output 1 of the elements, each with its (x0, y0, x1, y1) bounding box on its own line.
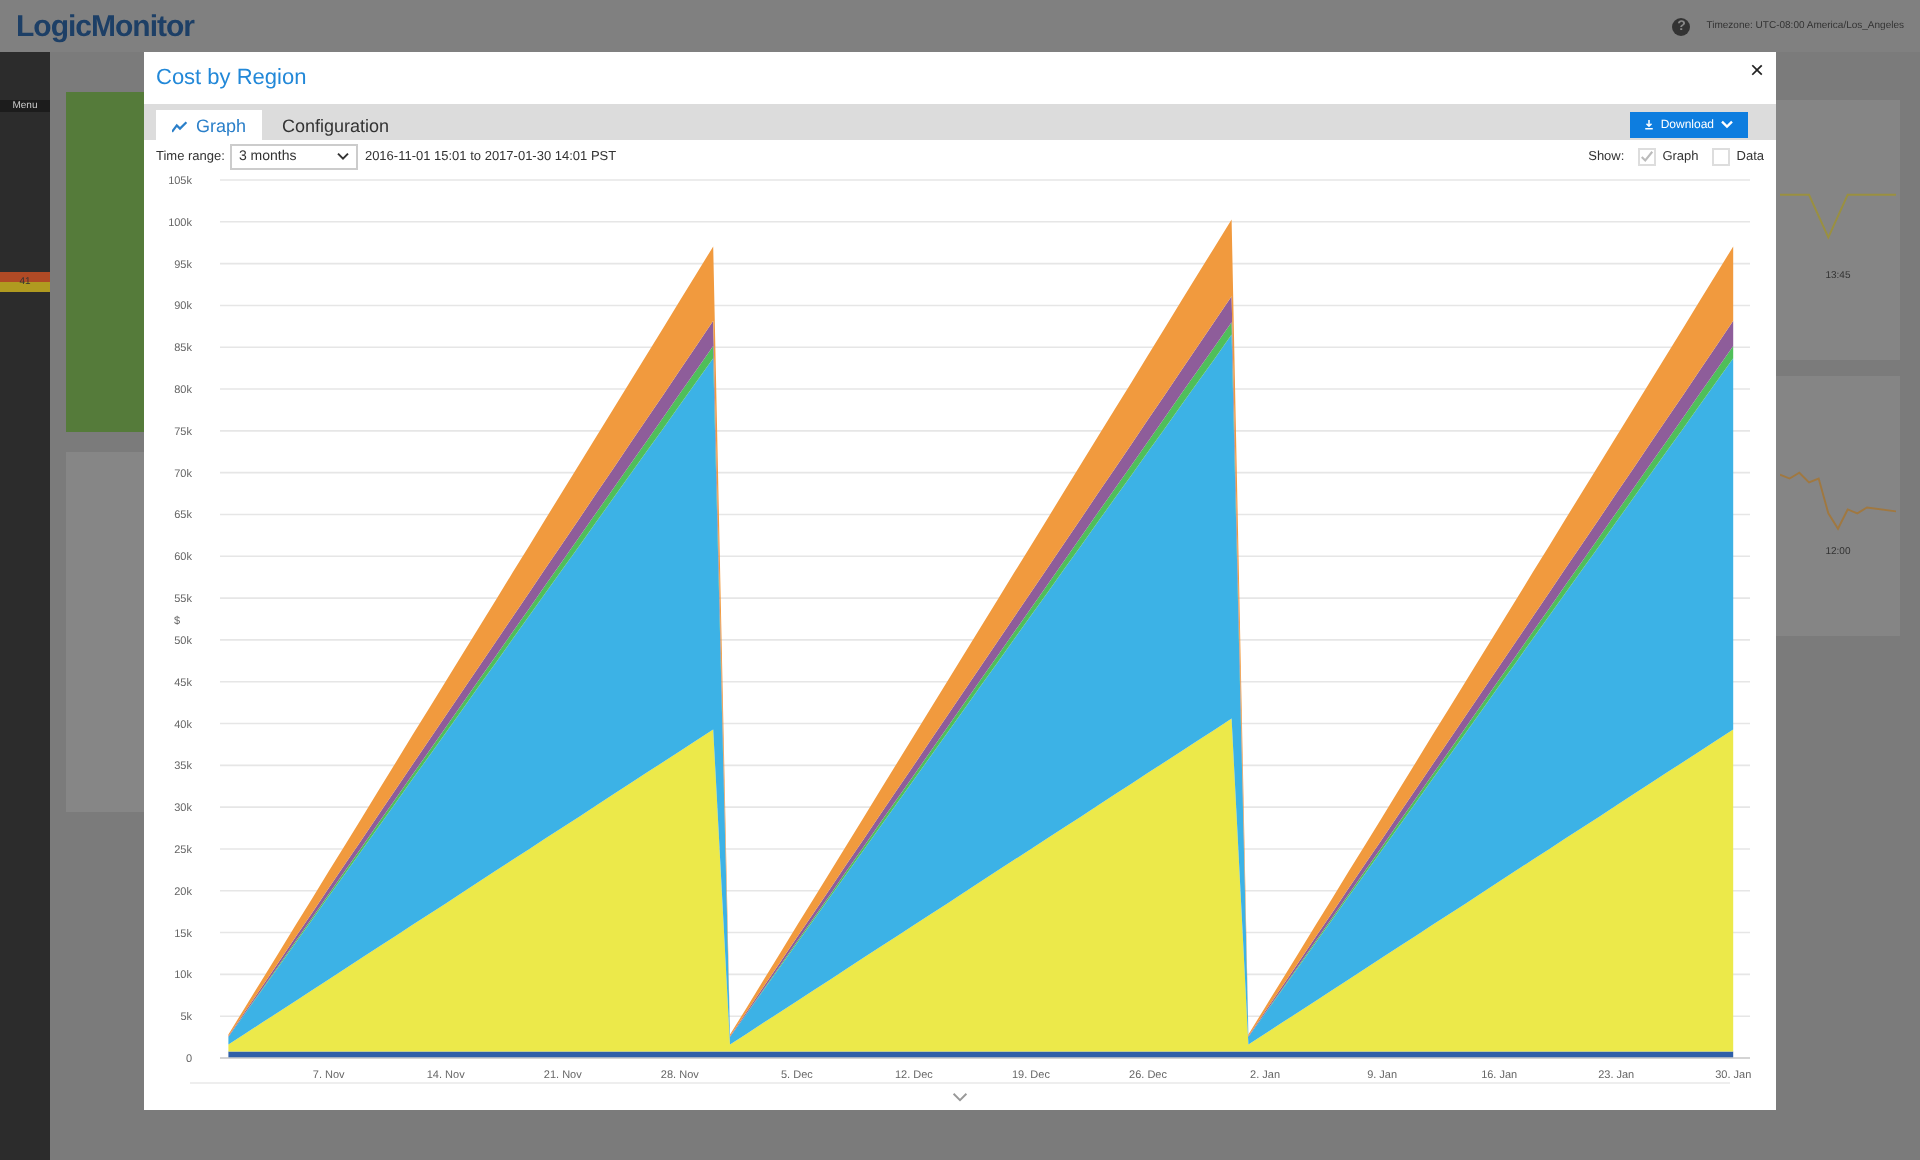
dialog-title: Cost by Region (156, 66, 307, 90)
